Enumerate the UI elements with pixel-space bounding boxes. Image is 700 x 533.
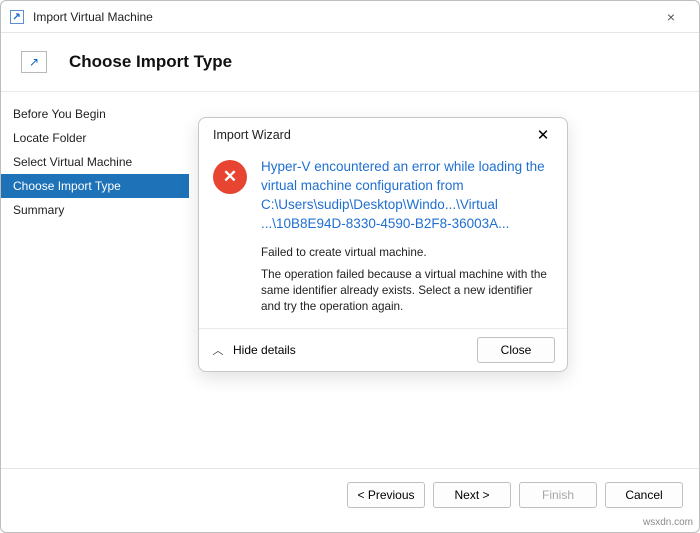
chevron-up-icon: ︿ bbox=[211, 343, 225, 357]
dialog-close-button[interactable]: ✕ bbox=[531, 126, 555, 144]
sidebar-item-summary[interactable]: Summary bbox=[1, 198, 189, 222]
sidebar-item-select-virtual-machine[interactable]: Select Virtual Machine bbox=[1, 150, 189, 174]
app-icon bbox=[9, 9, 25, 25]
title-bar: Import Virtual Machine × bbox=[1, 1, 699, 33]
window-title: Import Virtual Machine bbox=[33, 10, 651, 24]
wizard-footer: < Previous Next > Finish Cancel bbox=[1, 468, 699, 520]
next-button[interactable]: Next > bbox=[433, 482, 511, 508]
import-wizard-error-dialog: Import Wizard ✕ ✕ Hyper-V encountered an… bbox=[198, 117, 568, 372]
error-subtitle: Failed to create virtual machine. bbox=[261, 246, 553, 259]
error-detail: The operation failed because a virtual m… bbox=[261, 267, 553, 316]
window-close-button[interactable]: × bbox=[651, 9, 691, 25]
sidebar-item-locate-folder[interactable]: Locate Folder bbox=[1, 126, 189, 150]
error-message: Hyper-V encountered an error while loadi… bbox=[261, 158, 553, 234]
dialog-footer: ︿ Hide details Close bbox=[199, 328, 567, 371]
hide-details-label: Hide details bbox=[233, 343, 296, 357]
attribution-text: wsxdn.com bbox=[643, 517, 693, 528]
wizard-step-title: Choose Import Type bbox=[69, 52, 232, 72]
dialog-title-bar: Import Wizard ✕ bbox=[199, 118, 567, 152]
previous-button[interactable]: < Previous bbox=[347, 482, 425, 508]
dialog-close-action-button[interactable]: Close bbox=[477, 337, 555, 363]
finish-button: Finish bbox=[519, 482, 597, 508]
wizard-step-icon: ↗ bbox=[21, 51, 47, 73]
wizard-header: ↗ Choose Import Type bbox=[1, 33, 699, 92]
sidebar-item-before-you-begin[interactable]: Before You Begin bbox=[1, 102, 189, 126]
dialog-title: Import Wizard bbox=[213, 128, 531, 142]
hide-details-toggle[interactable]: ︿ Hide details bbox=[211, 343, 296, 357]
import-vm-window: Import Virtual Machine × ↗ Choose Import… bbox=[0, 0, 700, 533]
error-icon: ✕ bbox=[213, 160, 247, 194]
cancel-button[interactable]: Cancel bbox=[605, 482, 683, 508]
dialog-body: ✕ Hyper-V encountered an error while loa… bbox=[199, 152, 567, 328]
sidebar-item-choose-import-type[interactable]: Choose Import Type bbox=[1, 174, 189, 198]
wizard-steps-sidebar: Before You Begin Locate Folder Select Vi… bbox=[1, 92, 189, 468]
